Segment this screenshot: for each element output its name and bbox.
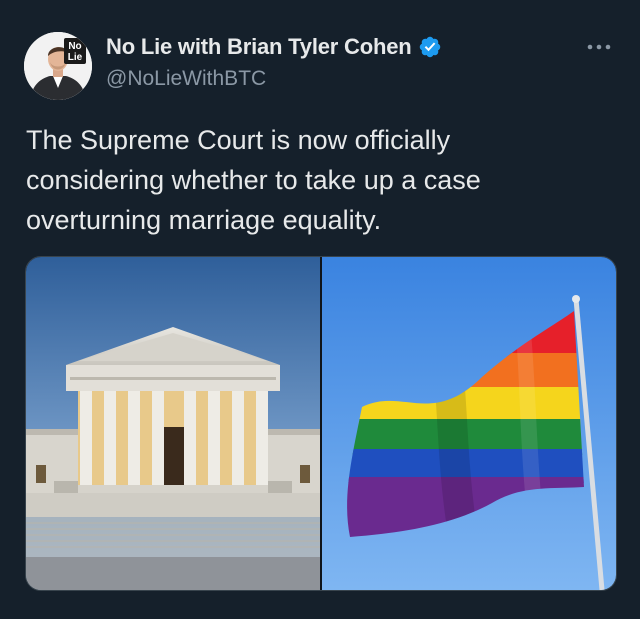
avatar[interactable]: No Lie: [24, 32, 92, 100]
media-image-supreme-court[interactable]: [26, 257, 320, 590]
avatar-logo-line1: No: [68, 41, 81, 52]
tweet-text: The Supreme Court is now officially cons…: [26, 125, 481, 235]
more-options-button[interactable]: [582, 32, 616, 62]
verified-badge-icon: [419, 36, 440, 58]
tweet-author-row: No Lie with Brian Tyler Cohen: [106, 34, 442, 60]
more-options-icon: [587, 44, 611, 50]
author-display-name[interactable]: No Lie with Brian Tyler Cohen: [106, 34, 412, 60]
avatar-logo-line2: Lie: [68, 52, 83, 63]
author-handle[interactable]: @NoLieWithBTC: [106, 67, 266, 91]
tweet-media: [25, 256, 617, 591]
media-image-pride-flag[interactable]: [322, 257, 616, 590]
